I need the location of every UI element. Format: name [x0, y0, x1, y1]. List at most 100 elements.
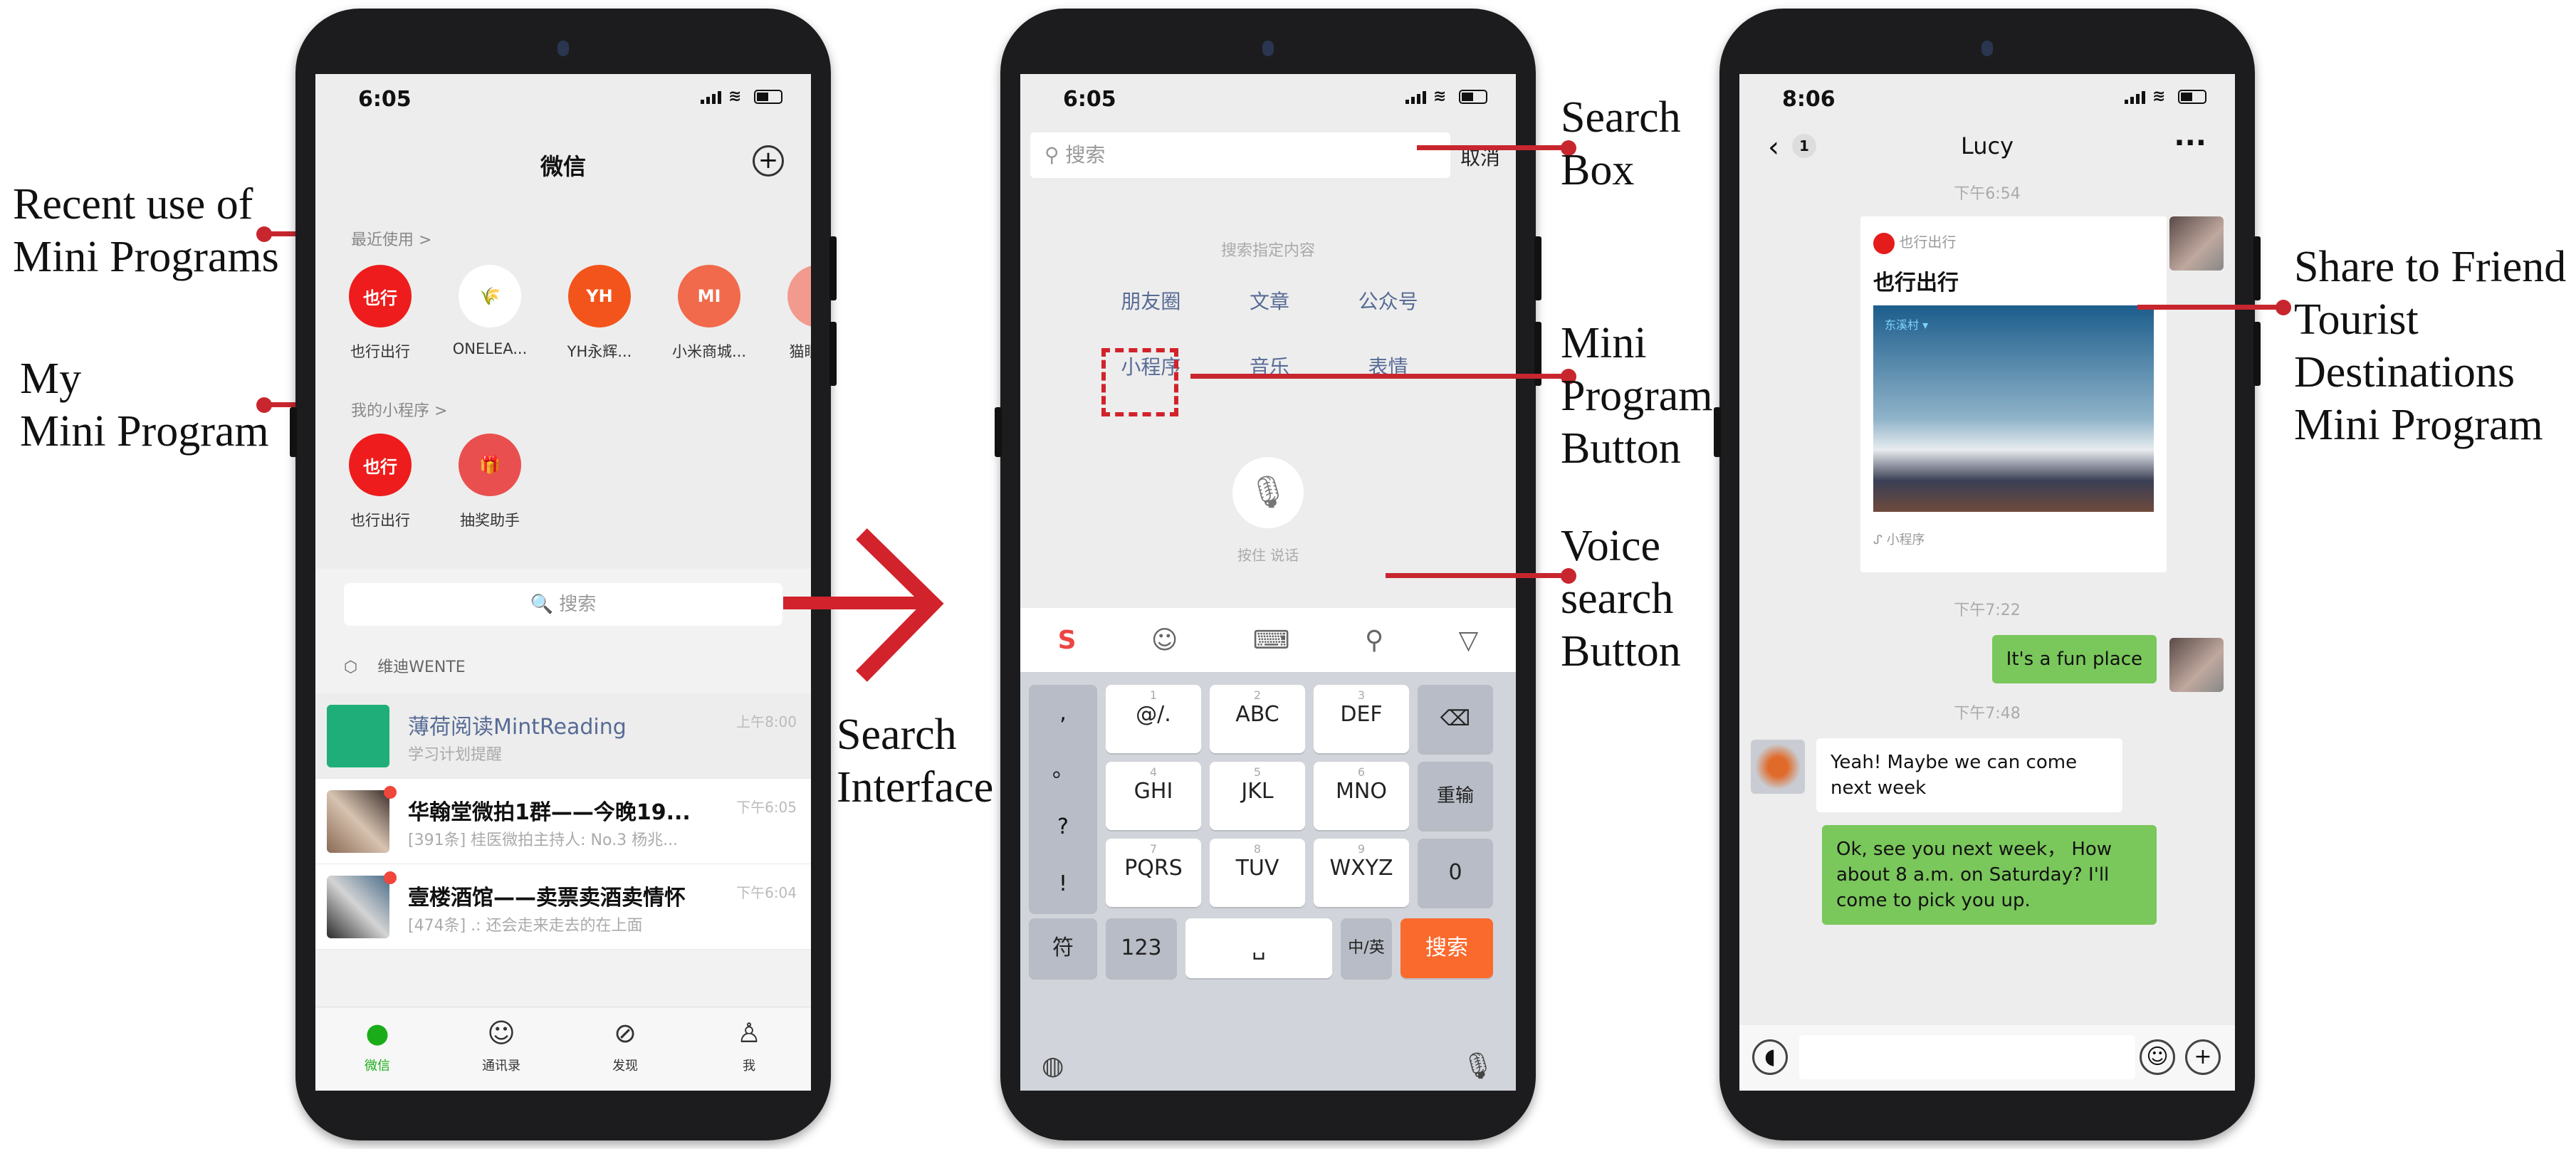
chat-row[interactable]: 壹楼酒馆——卖票卖酒卖情怀 [474条] .: 还会走来走去的在上面 下午6:0… — [315, 864, 811, 950]
chat-row[interactable]: 华翰堂微拍1群——今晚19... [391条] 桂医微拍主持人: No.3 杨兆… — [315, 779, 811, 864]
signal-icon — [1405, 90, 1426, 104]
key-8[interactable]: 8 TUV — [1210, 839, 1305, 907]
category-official-accounts[interactable]: 公众号 — [1329, 286, 1447, 315]
search-bar[interactable]: 🔍 搜索 — [344, 583, 782, 626]
voice-input-icon[interactable]: ◖ — [1752, 1039, 1788, 1075]
screen: 8:06 ≋ ‹ 1 Lucy ··· 下午6:54 也行出行 也行出行 东溪村… — [1739, 74, 2235, 1091]
emoji-icon[interactable]: ☺ — [1151, 626, 1178, 655]
key-1[interactable]: 1 @/. — [1106, 685, 1201, 753]
mini-app[interactable]: YH YH永辉... — [560, 265, 639, 362]
chat-name: 壹楼酒馆——卖票卖酒卖情怀 — [408, 886, 686, 911]
compass-icon: ⊘ — [614, 1017, 637, 1049]
side-button — [1714, 407, 1721, 457]
key-6[interactable]: 6 MNO — [1314, 762, 1409, 830]
key-num: 8 — [1253, 842, 1262, 856]
avatar-self[interactable] — [2169, 216, 2224, 271]
callout-dot — [2276, 300, 2291, 315]
key-2[interactable]: 2 ABC — [1210, 685, 1305, 753]
app-logo-icon — [1873, 232, 1895, 254]
status-time: 6:05 — [358, 87, 412, 112]
key-0[interactable]: 0 — [1418, 839, 1493, 907]
key-exclaim[interactable]: ! — [1029, 856, 1097, 913]
symbols-key[interactable]: 符 — [1029, 918, 1097, 978]
tab-me[interactable]: ♙ 我 — [687, 1007, 811, 1091]
key-num: 6 — [1357, 765, 1366, 779]
key-question[interactable]: ? — [1029, 799, 1097, 856]
add-icon[interactable]: + — [753, 145, 784, 177]
side-button — [829, 236, 837, 300]
chat-row[interactable]: 薄荷阅读MintReading 学习计划提醒 上午8:00 — [315, 693, 811, 779]
key-3[interactable]: 3 DEF — [1314, 685, 1409, 753]
microphone-icon[interactable]: 🎙 — [1462, 1051, 1494, 1081]
mini-app[interactable]: 🌾 ONELEA... — [451, 265, 529, 362]
avatar-self[interactable] — [2169, 638, 2224, 692]
annotation-line: Button — [1561, 627, 1681, 676]
tab-contacts[interactable]: ☺ 通讯录 — [439, 1007, 563, 1091]
search-icon: ⚲ — [1044, 143, 1066, 167]
search-key[interactable]: 搜索 — [1400, 918, 1493, 978]
key-9[interactable]: 9 WXYZ — [1314, 839, 1409, 907]
status-bar: 8:06 ≋ — [1739, 74, 2235, 124]
key-7[interactable]: 7 PQRS — [1106, 839, 1201, 907]
side-button — [2253, 322, 2261, 386]
side-button — [2253, 236, 2261, 300]
sogou-logo-icon[interactable]: S — [1058, 626, 1077, 655]
more-icon[interactable]: ··· — [2174, 127, 2206, 159]
key-5[interactable]: 5 JKL — [1210, 762, 1305, 830]
add-icon[interactable]: + — [2185, 1039, 2221, 1075]
key-period[interactable]: 。 — [1029, 742, 1097, 799]
message-input[interactable] — [1799, 1035, 2135, 1079]
recent-use-label[interactable]: 最近使用 > — [351, 227, 431, 250]
key-4[interactable]: 4 GHI — [1106, 762, 1201, 830]
category-moments[interactable]: 朋友圈 — [1091, 286, 1210, 315]
tab-label: 发现 — [612, 1059, 638, 1074]
key-label: MNO — [1336, 779, 1387, 804]
annotation-voice-search: Voice search Button — [1561, 520, 1681, 678]
app-label: 也行出行 — [350, 343, 410, 360]
tab-label: 微信 — [365, 1059, 390, 1074]
my-mini-program-label[interactable]: 我的小程序 > — [351, 398, 447, 421]
battery-icon — [1459, 90, 1487, 104]
mini-app[interactable]: 也行 也行出行 — [341, 434, 419, 530]
annotation-line: Program — [1561, 372, 1713, 420]
contact-name: Lucy — [1960, 132, 2014, 159]
tab-bar: ● 微信 ☺ 通讯录 ⊘ 发现 ♙ 我 — [315, 1007, 811, 1091]
side-button — [829, 322, 837, 386]
callout-line — [1190, 374, 1566, 379]
mini-program-card[interactable]: 也行出行 也行出行 东溪村 ▾ ᔑ 小程序 — [1860, 216, 2167, 572]
key-label: GHI — [1133, 779, 1173, 804]
language-key[interactable]: 中/英 — [1341, 918, 1392, 978]
globe-icon[interactable]: ◍ — [1042, 1051, 1064, 1081]
search-icon[interactable]: ⚲ — [1365, 626, 1383, 655]
key-comma[interactable]: , — [1029, 685, 1097, 742]
space-key[interactable]: ␣ — [1185, 918, 1332, 978]
mini-app[interactable]: 也行 也行出行 — [341, 265, 419, 362]
app-icon: Q — [787, 265, 811, 327]
card-source: 也行出行 — [1873, 231, 1956, 254]
callout-line — [1417, 145, 1566, 150]
voice-search-button[interactable]: 🎙 — [1232, 457, 1304, 528]
key-label: PQRS — [1124, 856, 1183, 881]
mini-app[interactable]: 🎁 抽奖助手 — [451, 434, 529, 530]
annotation-mini-program-button: Mini Program Button — [1561, 317, 1713, 475]
tab-discover[interactable]: ⊘ 发现 — [563, 1007, 687, 1091]
key-label: WXYZ — [1329, 856, 1393, 881]
mini-app[interactable]: MI 小米商城... — [670, 265, 748, 362]
folder-label: 维迪WENTE — [377, 659, 466, 676]
recent-apps-row: 也行也行出行 🌾 ONELEA... YH YH永辉... MI 小米商城... Q猫… — [341, 265, 811, 362]
keyboard-icon[interactable]: ⌨ — [1253, 626, 1290, 655]
battery-icon — [754, 90, 782, 104]
wifi-icon: ≋ — [2152, 88, 2166, 105]
avatar-contact[interactable] — [1751, 740, 1805, 794]
reenter-key[interactable]: 重输 — [1418, 762, 1493, 830]
emoji-icon[interactable]: ☺ — [2140, 1039, 2175, 1075]
search-input[interactable]: ⚲ 搜索 — [1030, 132, 1450, 178]
category-articles[interactable]: 文章 — [1210, 286, 1329, 315]
collapse-icon[interactable]: ▽ — [1459, 626, 1479, 655]
tab-chats[interactable]: ● 微信 — [315, 1007, 439, 1091]
mini-app[interactable]: Q 猫眼电... — [780, 265, 811, 362]
keyboard-toolbar: S ☺ ⌨ ⚲ ▽ — [1020, 608, 1516, 672]
numbers-key[interactable]: 123 — [1106, 918, 1177, 978]
backspace-key[interactable]: ⌫ — [1418, 685, 1493, 753]
folder-row[interactable]: ⬡ 维迪WENTE — [344, 654, 466, 677]
